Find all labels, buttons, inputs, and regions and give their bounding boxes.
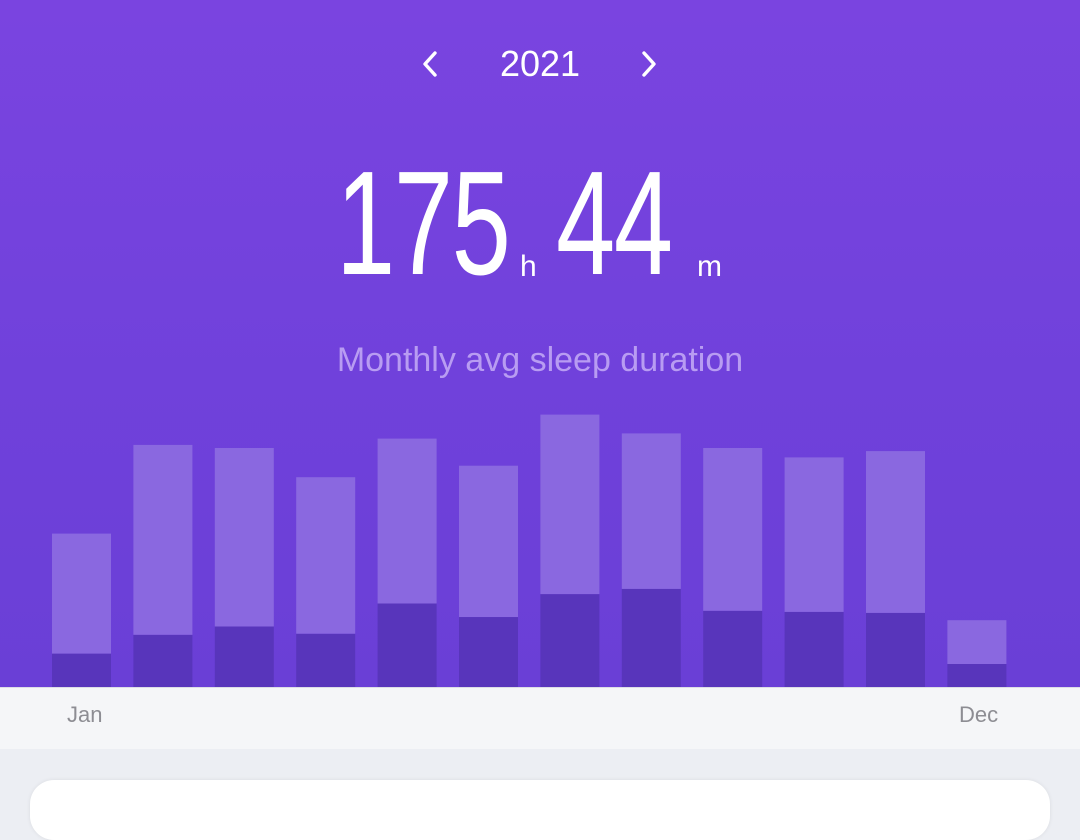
minutes-unit: m	[697, 250, 722, 283]
bar-aug-segment-asleep-light	[621, 433, 681, 589]
previous-year-button[interactable]	[410, 44, 450, 84]
bar-nov-segment-asleep-deep	[866, 612, 925, 687]
bar-feb-segment-asleep-light	[133, 444, 193, 635]
bar-sep-segment-asleep-light	[703, 448, 763, 611]
bar-may-segment-asleep-light	[377, 438, 437, 604]
next-year-button[interactable]	[629, 44, 669, 84]
bar-dec-segment-asleep-deep	[947, 664, 1007, 687]
x-tick-label-dec: Dec	[959, 702, 999, 727]
year-label: 2021	[499, 43, 581, 84]
bar-jan-segment-asleep-deep	[52, 653, 111, 687]
bar-mar-segment-asleep-light	[214, 448, 274, 627]
monthly-sleep-chart	[52, 414, 1007, 687]
bar-feb-segment-asleep-deep	[133, 634, 193, 687]
summary-panel: 2021 175 h 44 m Monthly avg sleep durati…	[0, 0, 1080, 687]
bar-jul-segment-asleep-deep	[540, 594, 600, 687]
bar-mar-segment-asleep-deep	[214, 626, 274, 687]
hours-value: 175	[336, 141, 511, 306]
chevron-right-icon	[642, 51, 656, 77]
minutes-value: 44	[556, 141, 673, 306]
bar-apr-segment-asleep-light	[296, 477, 356, 634]
details-card	[30, 780, 1050, 840]
bar-apr-segment-asleep-deep	[296, 633, 356, 687]
bar-jul-segment-asleep-light	[540, 414, 600, 595]
bar-dec-segment-asleep-light	[947, 620, 1007, 664]
bar-jan-segment-asleep-light	[52, 533, 111, 654]
x-tick-label-jan: Jan	[67, 702, 103, 727]
chevron-left-icon	[423, 51, 437, 77]
bar-jun-segment-asleep-deep	[459, 617, 518, 687]
bar-oct-segment-asleep-light	[784, 457, 844, 612]
bar-oct-segment-asleep-deep	[784, 611, 844, 687]
bar-may-segment-asleep-deep	[377, 603, 437, 687]
bar-jun-segment-asleep-light	[459, 465, 518, 617]
chart-axis: Jan Dec	[0, 687, 1080, 749]
summary-label: Monthly avg sleep duration	[336, 341, 744, 379]
hours-unit: h	[520, 250, 537, 283]
bar-sep-segment-asleep-deep	[703, 610, 763, 687]
bar-aug-segment-asleep-deep	[621, 588, 681, 687]
bar-nov-segment-asleep-light	[866, 451, 925, 613]
